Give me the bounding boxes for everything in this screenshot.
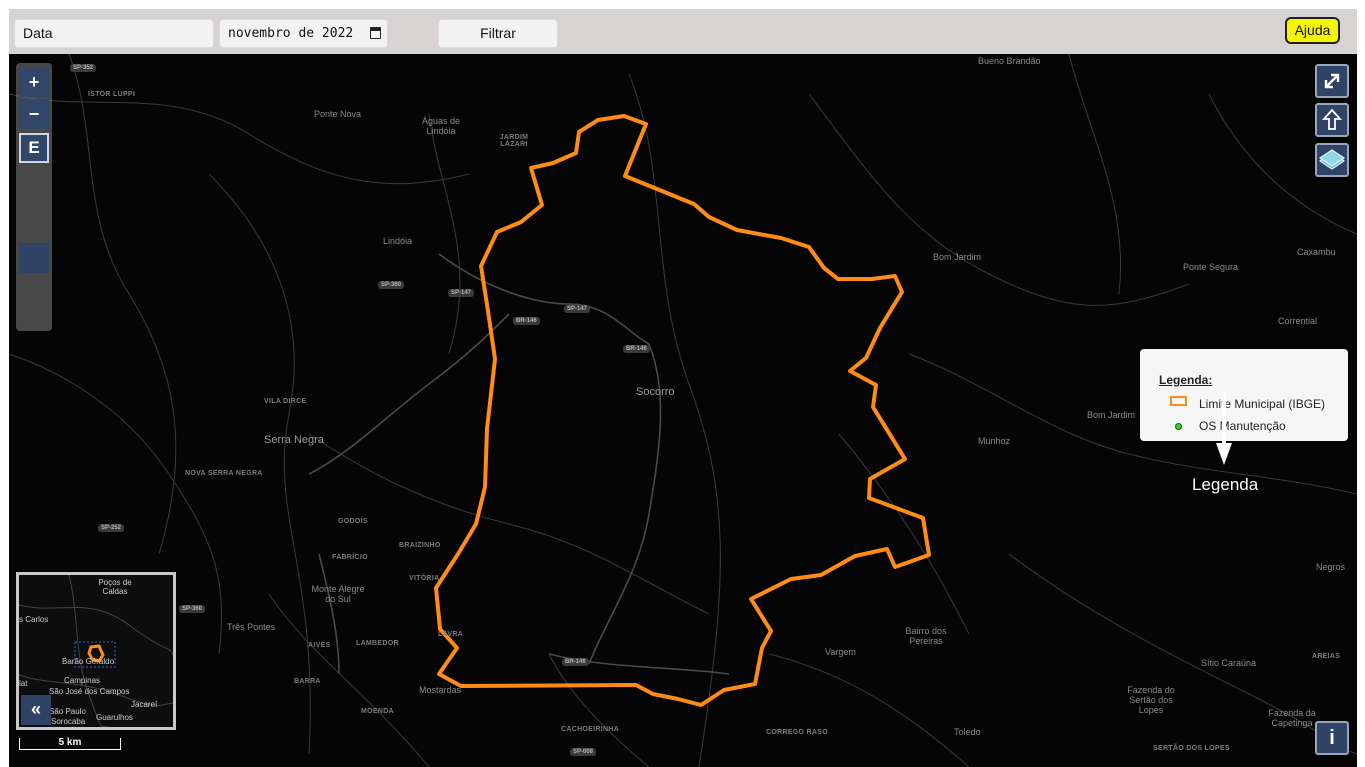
zoom-slider-handle[interactable] [19,243,49,273]
overview-label: Poços de Caldas [98,578,132,596]
scale-bar-label: 5 km [58,737,82,748]
map-label: Corrential [1278,316,1318,326]
map-label: Ponte Nova [314,109,362,119]
layers-icon [1318,149,1346,170]
map-label: Bom Jardim [933,252,982,262]
road-shield: SP-360 [378,281,405,289]
map-label: Negros [1316,562,1346,572]
map-label: LAMBEDOR [356,640,399,647]
map-label: ISTOR LUPPI [88,91,136,98]
overview-map[interactable]: Poços de Caldas s Carlos Barão Geraldo C… [16,572,176,730]
filter-toolbar: Data novembro de 2022 Filtrar Ajuda [9,9,1357,54]
up-arrow-icon [1321,108,1343,130]
overview-label: Guarulhos [96,713,133,722]
road-shield: BR-146 [623,345,650,353]
map-label: Socorro [636,386,675,398]
map-label: Ponte Segura [1183,262,1239,272]
map-label: GODOIS [338,518,368,525]
map-label: Águas de Lindóia [421,116,461,136]
page-left-margin [0,0,9,767]
map-label: MOENDA [361,708,394,715]
road-shield: SP-360 [179,605,206,613]
overview-label: Sorocaba [51,717,86,726]
road-shield: BR-146 [513,317,540,325]
road-shield: SP-147 [448,289,475,297]
municipal-boundary-swatch [1170,396,1187,406]
zoom-out-button[interactable]: − [19,99,49,129]
overview-label: lat [19,679,28,688]
road-shield: SP-352 [70,64,97,72]
road-shield: SP-252 [98,524,125,532]
overview-label: Barão Geraldo [62,657,115,666]
legend-item-label: Limite Municipal (IBGE) [1199,397,1326,411]
map-label: Bueno Brandão [978,56,1041,66]
overview-label: Jacareí [131,700,158,709]
legend-panel: Legenda: Limite Municipal (IBGE) OS Manu… [1140,349,1348,441]
filter-button[interactable]: Filtrar [438,19,558,48]
map-label: Munhoz [978,436,1011,446]
legend-callout-arrow [1222,391,1226,445]
info-button[interactable]: i [1315,721,1349,755]
map-label: Fazenda do Sertão dos Lopes [1127,685,1175,715]
zoom-control-panel: + − E [16,63,52,331]
date-type-select-value: Data [23,25,53,41]
overview-label: Campinas [64,676,101,685]
fullscreen-button[interactable] [1315,64,1349,98]
map-label: VILA DIRCE [264,398,307,405]
zoom-in-button[interactable]: + [19,67,49,97]
month-input[interactable]: novembro de 2022 [219,19,388,48]
map-label: Mostardas [419,685,462,695]
map-label: AIVES [308,642,331,649]
map-label: CACHOEIRINHA [561,726,620,733]
road-shield: SP-008 [570,748,597,756]
help-button[interactable]: Ajuda [1285,17,1340,44]
month-input-value: novembro de 2022 [228,26,354,41]
overview-label: s Carlos [19,615,49,624]
map-label: AREIAS [1312,653,1341,660]
arrow-down-icon [1216,443,1232,465]
page-top-margin [0,0,1365,9]
map-label: Lindóia [383,236,413,246]
map-canvas[interactable]: Bueno Brandão Águas de Lindóia JARDIM LÁ… [9,54,1357,767]
map-label: Toledo [954,727,981,737]
overview-label: São Paulo [49,707,86,716]
road-shield: SP-147 [564,305,591,313]
map-label: LAVRA [438,631,464,638]
map-label: Serra Negra [264,434,324,446]
map-label: BRAIZINHO [399,542,441,549]
map-label: Fazenda da Capetinga [1268,708,1316,728]
map-label: Três Pontes [227,622,276,632]
zoom-extent-button[interactable]: E [19,133,49,163]
map-label: VITÓRIA [409,575,440,582]
map-label: FABRÍCIO [332,554,368,561]
road-shield: BR-146 [562,658,589,666]
map-label: Monte Alegre do Sul [311,584,365,604]
map-label: CORREGO RASO [766,729,828,736]
maintenance-dot-swatch [1175,423,1182,430]
north-arrow-button[interactable] [1315,103,1349,137]
map-label: Caxambu [1297,247,1336,257]
layers-button[interactable] [1315,143,1349,177]
legend-item-label: OS Manutenção [1199,419,1286,433]
map-label: Bom Jardim [1087,410,1136,420]
map-label: JARDIM LÁZARI [499,134,529,148]
legend-callout-label: Legenda [1192,475,1259,494]
expand-arrows-icon [1324,73,1340,89]
map-label: Sítio Caraúna [1201,658,1257,668]
municipal-boundary [434,114,931,707]
overview-collapse-button[interactable]: « [21,695,51,725]
page-right-margin [1357,0,1365,767]
scale-bar: 5 km [19,737,121,750]
date-type-select[interactable]: Data [14,19,214,48]
map-label: Vargem [825,647,856,657]
map-label: BARRA [294,678,321,685]
map-label: Bairro dos Pereiras [905,626,947,646]
overview-label: São José dos Campos [49,687,130,696]
map-label: NOVA SERRA NEGRA [185,470,263,477]
calendar-icon[interactable] [370,27,381,39]
map-label: SERTÃO DOS LOPES [1153,745,1230,752]
legend-title: Legenda: [1159,373,1213,387]
